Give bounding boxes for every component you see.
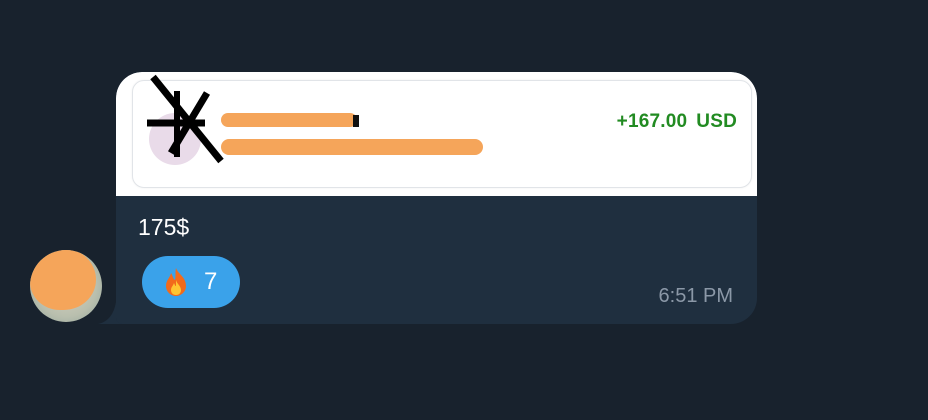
chat-view: +167.00 USD 175$ 7 6:51 PM xyxy=(0,0,928,420)
redaction-edge xyxy=(353,115,359,127)
sender-avatar[interactable] xyxy=(30,250,102,322)
message-timestamp: 6:51 PM xyxy=(658,285,733,307)
redaction-cross-icon xyxy=(147,74,224,164)
reaction-count: 7 xyxy=(204,268,218,295)
reaction-button[interactable]: 7 xyxy=(142,256,240,308)
redaction-mark xyxy=(30,250,96,310)
amount-value: +167.00 xyxy=(616,111,688,132)
payment-card-container: +167.00 USD xyxy=(116,72,757,196)
fire-icon xyxy=(166,268,186,296)
message-text: 175$ xyxy=(138,214,190,240)
payer-name-redacted xyxy=(221,113,357,127)
message-bubble[interactable]: +167.00 USD 175$ 7 6:51 PM xyxy=(116,72,757,324)
payment-amount: +167.00 USD xyxy=(617,111,737,133)
amount-currency: USD xyxy=(696,111,737,132)
payment-card[interactable]: +167.00 USD xyxy=(132,74,752,188)
payer-detail-redacted xyxy=(221,139,483,155)
